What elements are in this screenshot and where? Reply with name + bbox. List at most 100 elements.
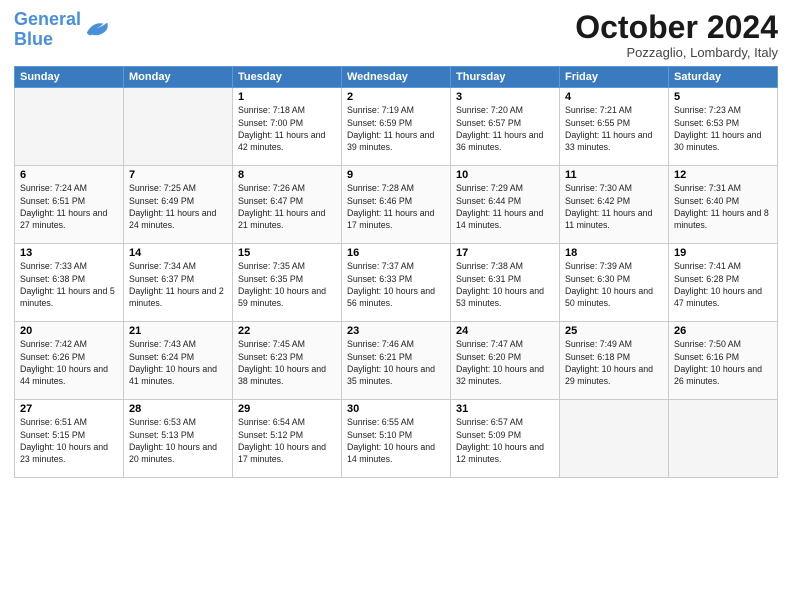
day-info: Sunrise: 7:20 AMSunset: 6:57 PMDaylight:… — [456, 104, 554, 153]
day-number: 27 — [20, 403, 118, 415]
day-info: Sunrise: 7:26 AMSunset: 6:47 PMDaylight:… — [238, 182, 336, 231]
calendar-cell: 4Sunrise: 7:21 AMSunset: 6:55 PMDaylight… — [560, 88, 669, 166]
day-info: Sunrise: 7:35 AMSunset: 6:35 PMDaylight:… — [238, 260, 336, 309]
day-info: Sunrise: 7:37 AMSunset: 6:33 PMDaylight:… — [347, 260, 445, 309]
day-info: Sunrise: 7:49 AMSunset: 6:18 PMDaylight:… — [565, 338, 663, 387]
day-info: Sunrise: 7:38 AMSunset: 6:31 PMDaylight:… — [456, 260, 554, 309]
weekday-header-row: SundayMondayTuesdayWednesdayThursdayFrid… — [15, 67, 778, 88]
day-info: Sunrise: 6:54 AMSunset: 5:12 PMDaylight:… — [238, 416, 336, 465]
day-number: 30 — [347, 403, 445, 415]
day-number: 14 — [129, 247, 227, 259]
day-number: 19 — [674, 247, 772, 259]
day-info: Sunrise: 7:28 AMSunset: 6:46 PMDaylight:… — [347, 182, 445, 231]
day-number: 25 — [565, 325, 663, 337]
weekday-header-friday: Friday — [560, 67, 669, 88]
day-number: 17 — [456, 247, 554, 259]
calendar-cell: 12Sunrise: 7:31 AMSunset: 6:40 PMDayligh… — [669, 166, 778, 244]
day-info: Sunrise: 7:42 AMSunset: 6:26 PMDaylight:… — [20, 338, 118, 387]
day-number: 21 — [129, 325, 227, 337]
day-info: Sunrise: 6:53 AMSunset: 5:13 PMDaylight:… — [129, 416, 227, 465]
logo-text: General Blue — [14, 10, 81, 50]
calendar-cell: 13Sunrise: 7:33 AMSunset: 6:38 PMDayligh… — [15, 244, 124, 322]
calendar-cell: 21Sunrise: 7:43 AMSunset: 6:24 PMDayligh… — [124, 322, 233, 400]
day-info: Sunrise: 7:50 AMSunset: 6:16 PMDaylight:… — [674, 338, 772, 387]
calendar-cell: 14Sunrise: 7:34 AMSunset: 6:37 PMDayligh… — [124, 244, 233, 322]
location-subtitle: Pozzaglio, Lombardy, Italy — [575, 45, 778, 60]
calendar-cell: 3Sunrise: 7:20 AMSunset: 6:57 PMDaylight… — [451, 88, 560, 166]
day-info: Sunrise: 7:43 AMSunset: 6:24 PMDaylight:… — [129, 338, 227, 387]
calendar-cell — [560, 400, 669, 478]
calendar-cell: 9Sunrise: 7:28 AMSunset: 6:46 PMDaylight… — [342, 166, 451, 244]
day-number: 2 — [347, 91, 445, 103]
calendar-cell: 29Sunrise: 6:54 AMSunset: 5:12 PMDayligh… — [233, 400, 342, 478]
day-info: Sunrise: 6:57 AMSunset: 5:09 PMDaylight:… — [456, 416, 554, 465]
weekday-header-sunday: Sunday — [15, 67, 124, 88]
calendar-cell: 15Sunrise: 7:35 AMSunset: 6:35 PMDayligh… — [233, 244, 342, 322]
weekday-header-monday: Monday — [124, 67, 233, 88]
day-number: 10 — [456, 169, 554, 181]
day-info: Sunrise: 7:34 AMSunset: 6:37 PMDaylight:… — [129, 260, 227, 309]
day-number: 15 — [238, 247, 336, 259]
day-number: 22 — [238, 325, 336, 337]
calendar-cell: 2Sunrise: 7:19 AMSunset: 6:59 PMDaylight… — [342, 88, 451, 166]
calendar-cell: 19Sunrise: 7:41 AMSunset: 6:28 PMDayligh… — [669, 244, 778, 322]
day-info: Sunrise: 7:29 AMSunset: 6:44 PMDaylight:… — [456, 182, 554, 231]
calendar-cell: 17Sunrise: 7:38 AMSunset: 6:31 PMDayligh… — [451, 244, 560, 322]
page: General Blue October 2024 Pozzaglio, Lom… — [0, 0, 792, 612]
day-number: 20 — [20, 325, 118, 337]
calendar-cell: 28Sunrise: 6:53 AMSunset: 5:13 PMDayligh… — [124, 400, 233, 478]
day-number: 1 — [238, 91, 336, 103]
calendar-cell — [124, 88, 233, 166]
calendar-cell — [669, 400, 778, 478]
day-info: Sunrise: 7:33 AMSunset: 6:38 PMDaylight:… — [20, 260, 118, 309]
calendar-week-5: 27Sunrise: 6:51 AMSunset: 5:15 PMDayligh… — [15, 400, 778, 478]
day-number: 26 — [674, 325, 772, 337]
day-info: Sunrise: 7:41 AMSunset: 6:28 PMDaylight:… — [674, 260, 772, 309]
day-number: 11 — [565, 169, 663, 181]
logo: General Blue — [14, 10, 111, 50]
calendar-week-1: 1Sunrise: 7:18 AMSunset: 7:00 PMDaylight… — [15, 88, 778, 166]
calendar-cell: 1Sunrise: 7:18 AMSunset: 7:00 PMDaylight… — [233, 88, 342, 166]
calendar-cell: 27Sunrise: 6:51 AMSunset: 5:15 PMDayligh… — [15, 400, 124, 478]
day-number: 23 — [347, 325, 445, 337]
calendar-cell — [15, 88, 124, 166]
title-block: October 2024 Pozzaglio, Lombardy, Italy — [575, 10, 778, 60]
day-info: Sunrise: 6:55 AMSunset: 5:10 PMDaylight:… — [347, 416, 445, 465]
calendar-cell: 6Sunrise: 7:24 AMSunset: 6:51 PMDaylight… — [15, 166, 124, 244]
weekday-header-thursday: Thursday — [451, 67, 560, 88]
calendar-table: SundayMondayTuesdayWednesdayThursdayFrid… — [14, 66, 778, 478]
weekday-header-saturday: Saturday — [669, 67, 778, 88]
calendar-cell: 26Sunrise: 7:50 AMSunset: 6:16 PMDayligh… — [669, 322, 778, 400]
day-info: Sunrise: 7:18 AMSunset: 7:00 PMDaylight:… — [238, 104, 336, 153]
day-number: 5 — [674, 91, 772, 103]
calendar-cell: 18Sunrise: 7:39 AMSunset: 6:30 PMDayligh… — [560, 244, 669, 322]
day-number: 4 — [565, 91, 663, 103]
calendar-cell: 8Sunrise: 7:26 AMSunset: 6:47 PMDaylight… — [233, 166, 342, 244]
calendar-cell: 23Sunrise: 7:46 AMSunset: 6:21 PMDayligh… — [342, 322, 451, 400]
day-info: Sunrise: 7:21 AMSunset: 6:55 PMDaylight:… — [565, 104, 663, 153]
day-info: Sunrise: 7:46 AMSunset: 6:21 PMDaylight:… — [347, 338, 445, 387]
day-info: Sunrise: 7:39 AMSunset: 6:30 PMDaylight:… — [565, 260, 663, 309]
day-info: Sunrise: 7:30 AMSunset: 6:42 PMDaylight:… — [565, 182, 663, 231]
day-number: 31 — [456, 403, 554, 415]
day-number: 13 — [20, 247, 118, 259]
day-info: Sunrise: 7:24 AMSunset: 6:51 PMDaylight:… — [20, 182, 118, 231]
day-number: 6 — [20, 169, 118, 181]
header: General Blue October 2024 Pozzaglio, Lom… — [14, 10, 778, 60]
day-number: 7 — [129, 169, 227, 181]
month-title: October 2024 — [575, 10, 778, 45]
calendar-cell: 10Sunrise: 7:29 AMSunset: 6:44 PMDayligh… — [451, 166, 560, 244]
day-number: 12 — [674, 169, 772, 181]
calendar-cell: 24Sunrise: 7:47 AMSunset: 6:20 PMDayligh… — [451, 322, 560, 400]
calendar-cell: 5Sunrise: 7:23 AMSunset: 6:53 PMDaylight… — [669, 88, 778, 166]
day-number: 24 — [456, 325, 554, 337]
day-number: 16 — [347, 247, 445, 259]
calendar-week-3: 13Sunrise: 7:33 AMSunset: 6:38 PMDayligh… — [15, 244, 778, 322]
day-info: Sunrise: 7:47 AMSunset: 6:20 PMDaylight:… — [456, 338, 554, 387]
day-number: 18 — [565, 247, 663, 259]
calendar-cell: 11Sunrise: 7:30 AMSunset: 6:42 PMDayligh… — [560, 166, 669, 244]
day-info: Sunrise: 7:45 AMSunset: 6:23 PMDaylight:… — [238, 338, 336, 387]
calendar-cell: 22Sunrise: 7:45 AMSunset: 6:23 PMDayligh… — [233, 322, 342, 400]
calendar-cell: 30Sunrise: 6:55 AMSunset: 5:10 PMDayligh… — [342, 400, 451, 478]
day-number: 29 — [238, 403, 336, 415]
